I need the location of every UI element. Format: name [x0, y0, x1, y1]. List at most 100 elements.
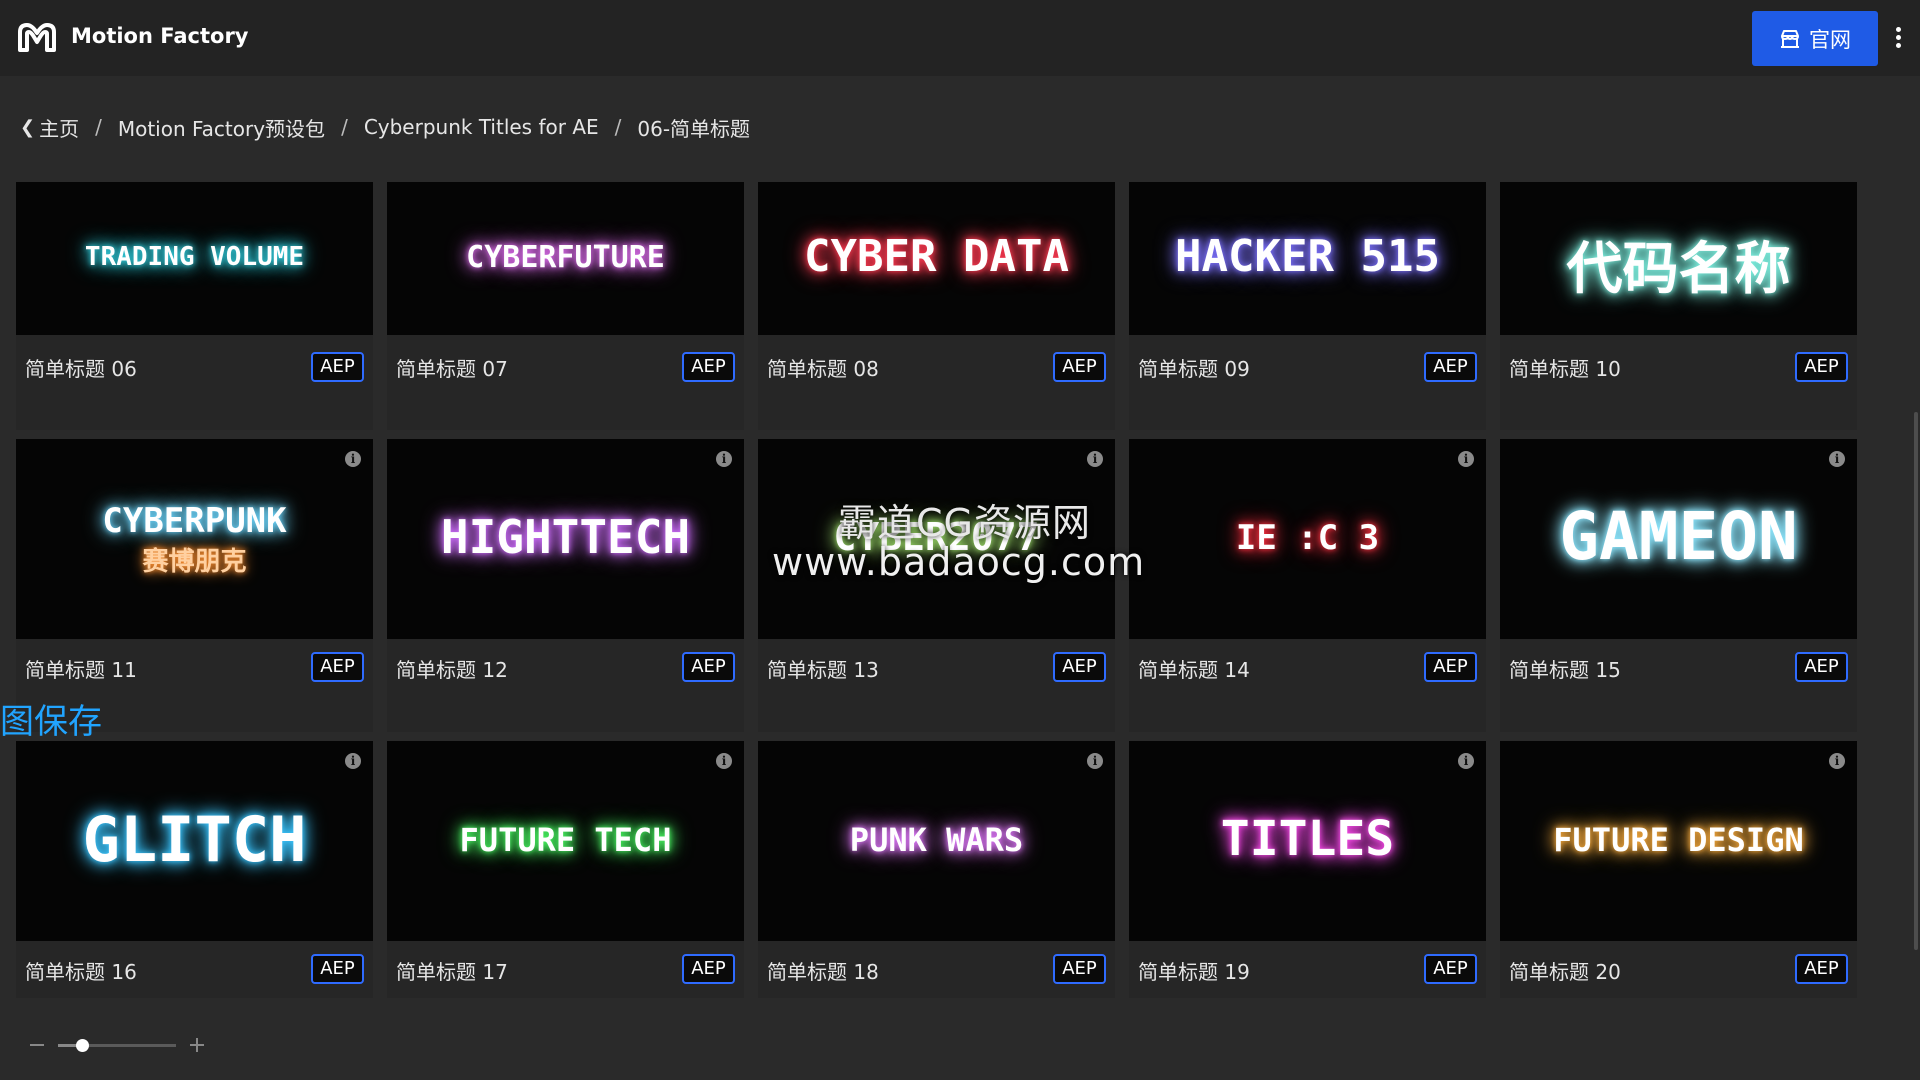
thumbnail-title-text: IE :C 3	[1235, 517, 1380, 558]
preset-card[interactable]: CYBER2077 i 简单标题 13 AEP	[758, 439, 1115, 732]
thumbnail-title-text: CYBER DATA	[804, 231, 1069, 283]
thumbnail-title-text: GLITCH	[82, 802, 307, 876]
zoom-in-icon[interactable]	[190, 1038, 204, 1052]
preset-title: 简单标题 12	[396, 658, 508, 682]
info-icon[interactable]: i	[1087, 451, 1103, 467]
info-icon[interactable]: i	[1458, 451, 1474, 467]
preset-thumbnail[interactable]: CYBERFUTURE	[387, 182, 744, 335]
thumbnail-title-text: PUNK WARS	[849, 821, 1024, 860]
preset-thumbnail[interactable]: TRADING VOLUME	[16, 182, 373, 335]
save-image-label[interactable]: 图保存	[0, 694, 102, 743]
preset-thumbnail[interactable]: TITLES i	[1129, 741, 1486, 941]
motion-factory-logo-icon	[18, 23, 56, 52]
preset-card[interactable]: TITLES i 简单标题 19 AEP	[1129, 741, 1486, 998]
app-title: Motion Factory	[71, 24, 249, 48]
format-badge: AEP	[682, 954, 735, 984]
format-badge: AEP	[1795, 954, 1848, 984]
thumbnail-title-text: TRADING VOLUME	[84, 242, 305, 273]
breadcrumb: ❮ 主页 / Motion Factory预设包 / Cyberpunk Tit…	[20, 112, 750, 142]
thumbnail-title-text: CYBER2077	[833, 515, 1040, 560]
preset-card[interactable]: CYBER DATA 简单标题 08 AEP	[758, 182, 1115, 430]
preset-thumbnail[interactable]: CYBER DATA	[758, 182, 1115, 335]
preset-title: 简单标题 15	[1509, 658, 1621, 682]
info-icon[interactable]: i	[716, 753, 732, 769]
format-badge: AEP	[311, 352, 364, 382]
preset-title: 简单标题 06	[25, 357, 137, 381]
breadcrumb-cyberpunk-titles[interactable]: Cyberpunk Titles for AE	[364, 115, 599, 139]
zoom-slider-handle[interactable]	[75, 1038, 89, 1052]
thumbnail-title-text: HACKER 515	[1175, 231, 1440, 283]
info-icon[interactable]: i	[1829, 753, 1845, 769]
vertical-scrollbar[interactable]	[1914, 412, 1918, 950]
preset-title: 简单标题 20	[1509, 960, 1621, 984]
preset-title: 简单标题 09	[1138, 357, 1250, 381]
zoom-out-icon[interactable]	[30, 1044, 44, 1046]
preset-thumbnail[interactable]: FUTURE TECH i	[387, 741, 744, 941]
format-badge: AEP	[1424, 954, 1477, 984]
store-icon	[1781, 29, 1799, 48]
zoom-slider[interactable]	[58, 1038, 176, 1052]
preset-title: 简单标题 07	[396, 357, 508, 381]
preset-title: 简单标题 10	[1509, 357, 1621, 381]
bottom-bar	[0, 998, 1920, 1080]
format-badge: AEP	[1795, 652, 1848, 682]
official-website-label: 官网	[1809, 27, 1851, 52]
more-options-icon[interactable]	[1888, 24, 1908, 54]
preset-card[interactable]: FUTURE TECH i 简单标题 17 AEP	[387, 741, 744, 998]
preset-card[interactable]: GAMEON i 简单标题 15 AEP	[1500, 439, 1857, 732]
chevron-left-icon[interactable]: ❮	[20, 117, 35, 138]
preset-thumbnail[interactable]: HACKER 515	[1129, 182, 1486, 335]
preset-thumbnail[interactable]: GAMEON i	[1500, 439, 1857, 639]
breadcrumb-preset-pack[interactable]: Motion Factory预设包	[118, 113, 325, 142]
thumbnail-title-text: HIGHTTECH	[440, 510, 691, 565]
preset-card[interactable]: TRADING VOLUME 简单标题 06 AEP	[16, 182, 373, 430]
info-icon[interactable]: i	[345, 753, 361, 769]
info-icon[interactable]: i	[1829, 451, 1845, 467]
thumbnail-title-text: FUTURE DESIGN	[1553, 821, 1804, 860]
preset-card[interactable]: CYBERFUTURE 简单标题 07 AEP	[387, 182, 744, 430]
preset-title: 简单标题 17	[396, 960, 508, 984]
preset-card[interactable]: PUNK WARS i 简单标题 18 AEP	[758, 741, 1115, 998]
preset-title: 简单标题 08	[767, 357, 879, 381]
preset-thumbnail[interactable]: CYBERPUNK 赛博朋克 i	[16, 439, 373, 639]
preset-thumbnail[interactable]: IE :C 3 i	[1129, 439, 1486, 639]
format-badge: AEP	[311, 954, 364, 984]
preset-card[interactable]: CYBERPUNK 赛博朋克 i 简单标题 11 AEP	[16, 439, 373, 732]
thumbnail-title-text: 代码名称	[1566, 236, 1791, 302]
breadcrumb-separator: /	[341, 115, 348, 139]
preset-thumbnail[interactable]: CYBER2077 i	[758, 439, 1115, 639]
top-bar: Motion Factory 官网	[0, 0, 1920, 76]
info-icon[interactable]: i	[1458, 753, 1474, 769]
format-badge: AEP	[1424, 352, 1477, 382]
preset-card[interactable]: 代码名称 简单标题 10 AEP	[1500, 182, 1857, 430]
format-badge: AEP	[1053, 652, 1106, 682]
preset-card[interactable]: HIGHTTECH i 简单标题 12 AEP	[387, 439, 744, 732]
info-icon[interactable]: i	[1087, 753, 1103, 769]
info-icon[interactable]: i	[716, 451, 732, 467]
preset-card[interactable]: HACKER 515 简单标题 09 AEP	[1129, 182, 1486, 430]
preset-title: 简单标题 14	[1138, 658, 1250, 682]
official-website-button[interactable]: 官网	[1752, 11, 1878, 66]
preset-title: 简单标题 16	[25, 960, 137, 984]
thumbnail-title-text: CYBERPUNK	[102, 501, 287, 541]
thumbnail-subtitle-text: 赛博朋克	[142, 547, 247, 577]
thumbnail-title-text: CYBERFUTURE	[466, 239, 665, 275]
thumbnail-title-text: GAMEON	[1559, 498, 1798, 576]
preset-thumbnail[interactable]: PUNK WARS i	[758, 741, 1115, 941]
info-icon[interactable]: i	[345, 451, 361, 467]
preset-thumbnail[interactable]: 代码名称	[1500, 182, 1857, 335]
preset-card[interactable]: GLITCH i 简单标题 16 AEP	[16, 741, 373, 998]
format-badge: AEP	[682, 352, 735, 382]
preset-thumbnail[interactable]: HIGHTTECH i	[387, 439, 744, 639]
format-badge: AEP	[1053, 954, 1106, 984]
format-badge: AEP	[1053, 352, 1106, 382]
preset-card[interactable]: FUTURE DESIGN i 简单标题 20 AEP	[1500, 741, 1857, 998]
format-badge: AEP	[311, 652, 364, 682]
preset-card[interactable]: IE :C 3 i 简单标题 14 AEP	[1129, 439, 1486, 732]
zoom-control	[30, 1035, 204, 1055]
breadcrumb-separator: /	[95, 115, 102, 139]
preset-thumbnail[interactable]: FUTURE DESIGN i	[1500, 741, 1857, 941]
format-badge: AEP	[1424, 652, 1477, 682]
preset-thumbnail[interactable]: GLITCH i	[16, 741, 373, 941]
breadcrumb-home[interactable]: 主页	[39, 113, 79, 142]
